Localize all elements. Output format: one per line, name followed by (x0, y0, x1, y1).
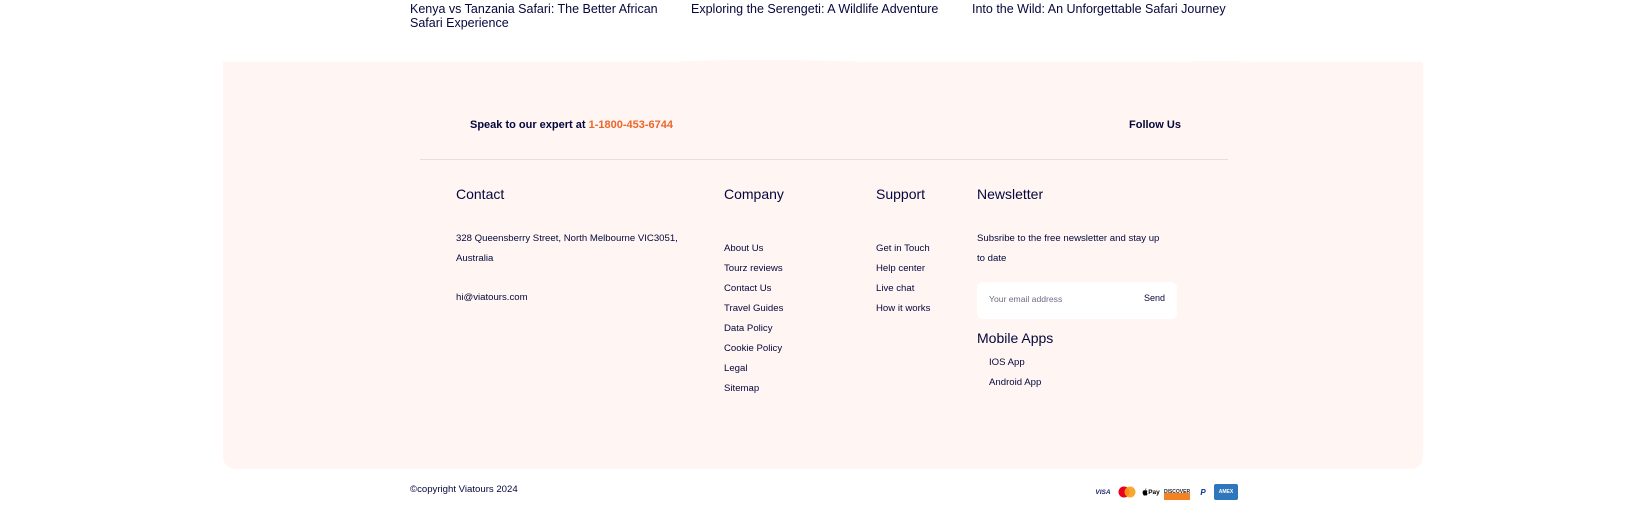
support-link-help-center[interactable]: Help center (876, 263, 925, 274)
mobile-app-link-ios[interactable]: IOS App (989, 357, 1025, 368)
expert-prefix: Speak to our expert at (470, 119, 586, 131)
company-link-contact-us[interactable]: Contact Us (724, 283, 771, 294)
company-heading: Company (724, 186, 784, 202)
newsletter-description: Subsribe to the free newsletter and stay… (977, 233, 1160, 264)
expert-contact: Speak to our expert at 1-1800-453-6744 (470, 119, 673, 131)
apple-pay-icon: Pay (1141, 484, 1161, 500)
company-link-cookie-policy[interactable]: Cookie Policy (724, 343, 782, 354)
newsletter-send-button[interactable]: Send (1144, 293, 1165, 303)
company-link-legal[interactable]: Legal (724, 363, 747, 374)
footer: Speak to our expert at 1-1800-453-6744 F… (223, 59, 1423, 469)
company-link-travel-guides[interactable]: Travel Guides (724, 303, 783, 314)
mobile-app-link-android[interactable]: Android App (989, 377, 1041, 388)
copyright-text: ©copyright Viatours 2024 (410, 484, 518, 495)
contact-email-link[interactable]: hi@viatours.com (456, 292, 528, 303)
support-link-get-in-touch[interactable]: Get in Touch (876, 243, 930, 254)
newsletter-email-input[interactable] (989, 294, 1119, 304)
support-heading: Support (876, 186, 926, 202)
contact-address: 328 Queensberry Street, North Melbourne … (456, 233, 678, 264)
paypal-icon: P (1200, 487, 1206, 497)
follow-us-label: Follow Us (1129, 119, 1181, 131)
company-link-about-us[interactable]: About Us (724, 243, 763, 254)
apple-pay-label: Pay (1148, 488, 1160, 496)
company-link-tourz-reviews[interactable]: Tourz reviews (724, 263, 783, 274)
article-title-into-the-wild[interactable]: Into the Wild: An Unforgettable Safari J… (972, 2, 1232, 16)
article-title-kenya-tanzania[interactable]: Kenya vs Tanzania Safari: The Better Afr… (410, 2, 680, 30)
support-link-live-chat[interactable]: Live chat (876, 283, 914, 294)
article-title-serengeti[interactable]: Exploring the Serengeti: A Wildlife Adve… (691, 2, 951, 16)
company-link-data-policy[interactable]: Data Policy (724, 323, 773, 334)
expert-phone-link[interactable]: 1-1800-453-6744 (589, 119, 673, 131)
footer-divider (420, 159, 1228, 160)
amex-icon: AMEX (1214, 484, 1238, 500)
contact-heading: Contact (456, 186, 505, 202)
support-link-how-it-works[interactable]: How it works (876, 303, 930, 314)
newsletter-heading: Newsletter (977, 186, 1044, 202)
newsletter-form: Send (977, 282, 1177, 319)
mastercard-icon (1117, 484, 1137, 500)
company-link-sitemap[interactable]: Sitemap (724, 383, 759, 394)
visa-icon: VISA (1095, 488, 1111, 496)
related-articles: Kenya vs Tanzania Safari: The Better Afr… (410, 0, 1260, 40)
discover-icon: DISCOVER (1164, 484, 1190, 500)
footer-wave-decoration (223, 59, 1423, 80)
mobile-apps-heading: Mobile Apps (977, 330, 1054, 346)
